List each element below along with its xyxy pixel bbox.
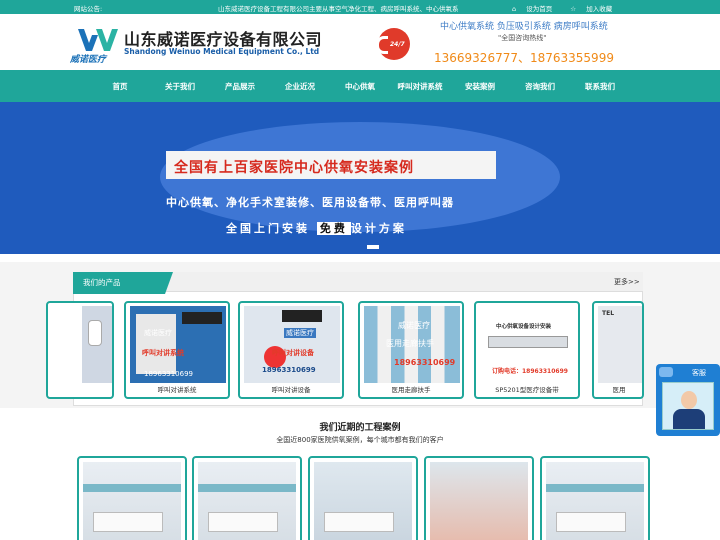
top-notice-bar: 网站公告: 山东威诺医疗设备工程有限公司主要从事空气净化工程、病房呼叫系统、中心… [0,0,720,14]
display-shape [182,312,222,324]
case-image [83,462,181,540]
product-caption: 呼叫对讲系统 [157,386,197,394]
logo-icon[interactable] [76,27,120,53]
product-overlay-name: 呼叫对讲设备 [272,349,314,357]
equipment-band-shape [488,336,568,348]
case-image [430,462,528,540]
product-overlay-brand: 威诺医疗 [284,328,316,338]
product-caption: 呼叫对讲设备 [271,386,311,394]
banner-design-text: 设计方案 [350,222,407,235]
product-image: TEL [598,306,642,383]
nav-item-call-system[interactable]: 呼叫对讲系统 [390,81,450,92]
cases-subtitle: 全国近800家医院供氧案例，每个城市都有我们的客户 [276,436,444,444]
bed-shape [208,512,278,532]
product-overlay-brand: 威诺医疗 [144,329,172,337]
product-overlay-name: 呼叫对讲系统 [142,349,184,357]
hero-banner[interactable]: 全国有上百家医院中心供氧安装案例 中心供氧、净化手术室装修、医用设备带、医用呼叫… [0,102,720,254]
nav-item-consult[interactable]: 咨询我们 [510,81,570,92]
main-nav: 首页 关于我们 产品展示 企业近况 中心供氧 呼叫对讲系统 安装案例 咨询我们 … [0,70,720,102]
product-card[interactable]: 威诺医疗 呼叫对讲设备 18963310699 呼叫对讲设备 [238,301,344,399]
product-card[interactable]: 中心供氧设备设计安装 订购电话：18963310699 SP5201型医疗设备带 [474,301,580,399]
product-overlay-phone: 18963310699 [262,366,316,374]
case-image [314,462,412,540]
product-caption: 医用 [612,386,626,394]
product-overlay-phone: 18963310699 [144,370,193,378]
product-overlay-name: 医用走廊扶手 [386,339,434,348]
more-link[interactable]: 更多>> [614,277,640,287]
product-overlay-phone: 订购电话：18963310699 [492,368,568,375]
nav-item-home[interactable]: 首页 [90,81,150,92]
bookmark-link[interactable]: ☆ 加入收藏 [570,5,620,13]
case-card[interactable] [192,456,302,540]
product-overlay-title: 中心供氧设备设计安装 [496,324,552,330]
product-caption: 医用走廊扶手 [391,386,431,394]
product-overlay-tel: TEL [602,310,615,317]
nav-item-oxygen[interactable]: 中心供氧 [330,81,390,92]
product-image [82,306,112,383]
nav-item-news[interactable]: 企业近况 [270,81,330,92]
banner-services: 中心供氧、净化手术室装修、医用设备带、医用呼叫器 [166,196,454,209]
chat-tab-icon [659,367,673,377]
product-card[interactable]: 威诺医疗 呼叫对讲系统 18963310699 呼叫对讲系统 [124,301,230,399]
bed-shape [324,512,394,532]
products-tab: 我们的产品 [73,272,173,294]
notice-label: 网站公告: [74,5,103,13]
hotline-numbers: 13669326777、18763355999 [434,51,614,65]
bed-shape [556,512,626,532]
product-image: 威诺医疗 呼叫对讲设备 18963310699 [244,306,340,383]
logo-text: 威诺医疗 [70,55,107,65]
badge-247: 24/7 [390,41,405,48]
banner-install-text: 全国上门安装 [226,222,310,235]
product-image: 威诺医疗 医用走廊扶手 18963310699 [364,306,460,383]
case-card[interactable] [540,456,650,540]
product-overlay-brand: 威诺医疗 [398,321,430,330]
nav-item-products[interactable]: 产品展示 [210,81,270,92]
case-card[interactable] [424,456,534,540]
set-home-label: 设为首页 [526,5,553,13]
cases-title: 我们近期的工程案例 [319,423,401,433]
nav-item-contact[interactable]: 联系我们 [570,81,630,92]
banner-install: 全国上门安装 免费 设计方案 [226,220,407,236]
product-caption: SP5201型医疗设备带 [495,386,559,394]
services-list: 中心供氧系统 负压吸引系统 病房呼叫系统 [440,22,608,32]
gas-band-shape [83,484,181,492]
display-shape [282,310,322,322]
hotline-label: "全国咨询热线" [498,34,547,42]
bed-shape [93,512,163,532]
product-image: 中心供氧设备设计安装 订购电话：18963310699 [480,306,576,383]
set-home-link[interactable]: ⌂ 设为首页 [512,5,560,13]
nav-item-about[interactable]: 关于我们 [150,81,210,92]
product-card[interactable]: 威诺医疗 医用走廊扶手 18963310699 医用走廊扶手 [358,301,464,399]
banner-headline: 全国有上百家医院中心供氧安装案例 [174,160,414,176]
product-card[interactable]: TEL 医用 [592,301,644,399]
customer-service-label: 客服 [692,369,706,377]
gas-band-shape [198,484,296,492]
case-image [546,462,644,540]
notice-marquee: 山东威诺医疗设备工程有限公司主要从事空气净化工程、病房呼叫系统、中心供氧系 [218,5,459,13]
case-image [198,462,296,540]
bookmark-label: 加入收藏 [586,5,613,13]
gas-band-shape [546,484,644,492]
top-links: ⌂ 设为首页 ☆ 加入收藏 [512,3,628,13]
case-card[interactable] [77,456,187,540]
call-button-shape [88,320,102,346]
agent-face [681,391,697,409]
phone-24-7-icon: 24/7 [376,28,410,60]
banner-headline-box: 全国有上百家医院中心供氧安装案例 [166,151,496,179]
nav-item-cases[interactable]: 安装案例 [450,81,510,92]
handset-icon [376,36,388,54]
home-icon: ⌂ [512,5,517,13]
product-card[interactable] [46,301,114,399]
product-image: 威诺医疗 呼叫对讲系统 18963310699 [130,306,226,383]
site-header: 威诺医疗 山东威诺医疗设备有限公司 Shandong Weinuo Medica… [0,14,720,70]
product-overlay-phone: 18963310699 [394,358,456,367]
case-card[interactable] [308,456,418,540]
star-icon: ☆ [570,5,577,13]
panel-shape [136,314,176,374]
company-name-en: Shandong Weinuo Medical Equipment Co., L… [124,47,320,56]
banner-slide-indicator[interactable] [367,245,379,249]
banner-free-text: 免费 [316,222,351,235]
